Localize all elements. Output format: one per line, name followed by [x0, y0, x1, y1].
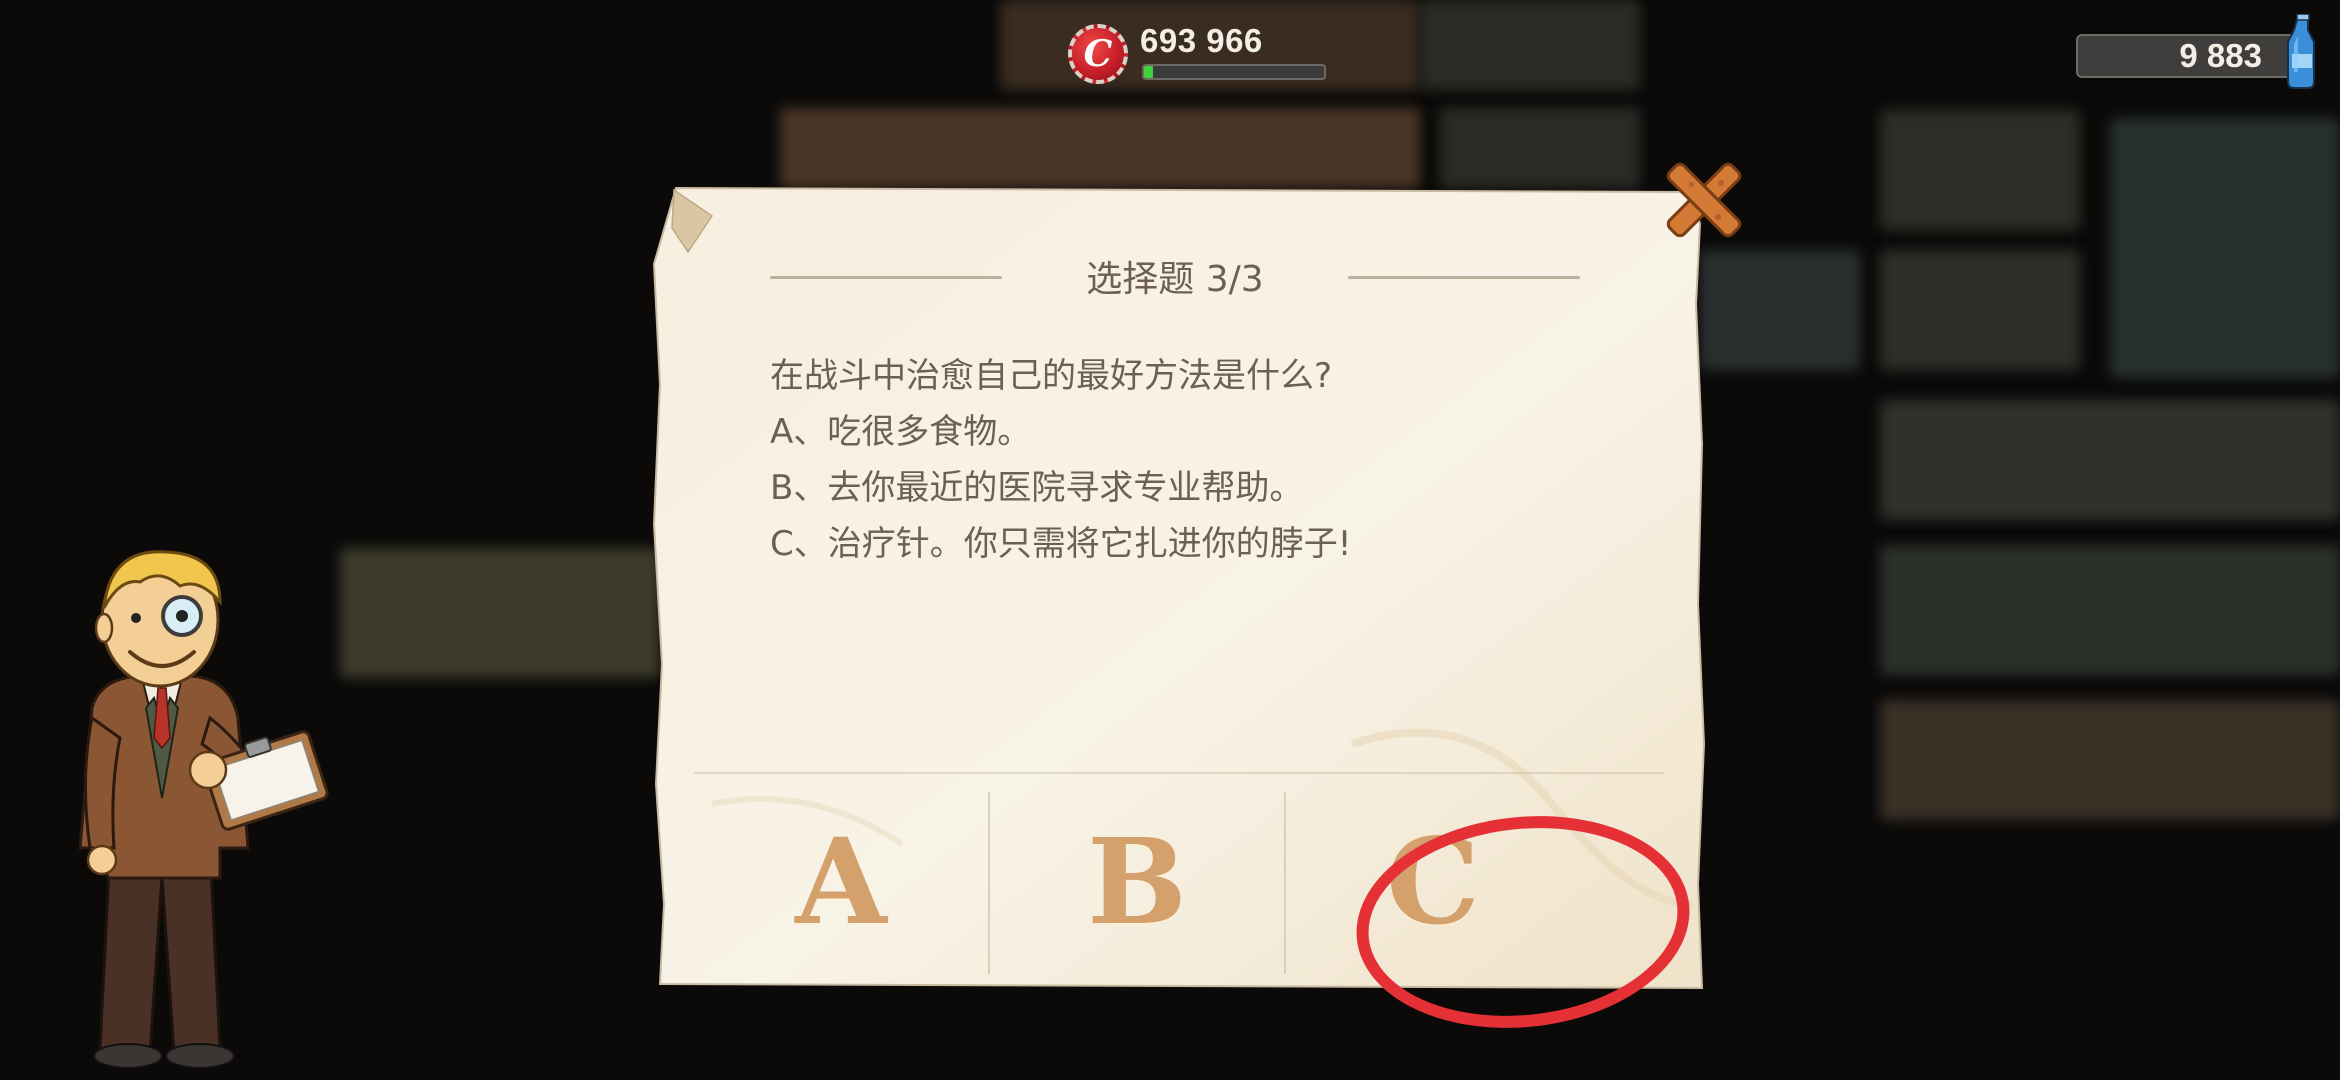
vault-boy-character: [78, 550, 329, 1069]
bottle-cap-icon: C: [1068, 24, 1128, 84]
caps-progress-bar: [1142, 64, 1326, 80]
option-a-text: A、吃很多食物。: [770, 412, 1032, 452]
close-x-icon[interactable]: [1656, 152, 1752, 248]
option-b-text: B、去你最近的医院寻求专业帮助。: [770, 468, 1304, 508]
question-block: 在战斗中治愈自己的最好方法是什么? A、吃很多食物。 B、去你最近的医院寻求专业…: [770, 348, 1630, 572]
answer-row-rule: [694, 772, 1664, 774]
answer-a-button[interactable]: A: [694, 780, 988, 982]
option-c-text: C、治疗针。你只需将它扎进你的脖子!: [770, 524, 1352, 564]
answer-b-button[interactable]: B: [990, 780, 1284, 982]
dialog-header: 选择题 3/3: [770, 250, 1580, 300]
dialog-title: 选择题 3/3: [1086, 259, 1264, 300]
caps-value: 693 966: [1140, 22, 1263, 59]
nuka-quantum-value: 9 883: [2179, 37, 2262, 74]
nuka-cola-quantum-icon[interactable]: [2278, 14, 2324, 90]
caps-progress-fill: [1144, 66, 1153, 78]
caps-counter: C 693 966: [1068, 22, 1338, 88]
question-text: 在战斗中治愈自己的最好方法是什么?: [770, 356, 1333, 396]
